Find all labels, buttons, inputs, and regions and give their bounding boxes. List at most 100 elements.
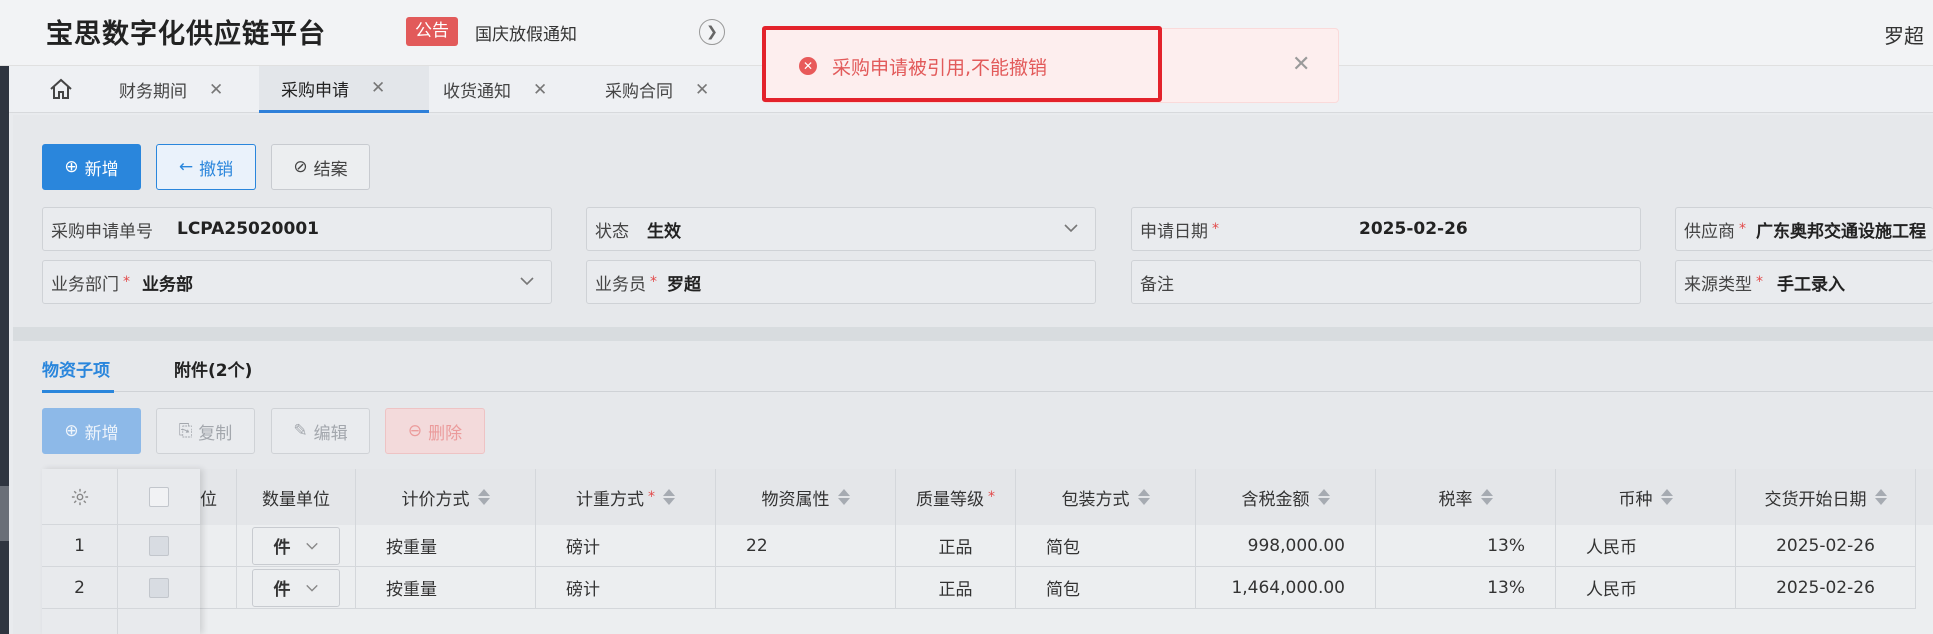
tab-purchase-request[interactable]: 采购申请 ✕: [259, 66, 429, 113]
column-header-currency[interactable]: 币种: [1556, 469, 1736, 525]
column-header-weighing[interactable]: 计重方式 *: [536, 469, 716, 525]
table-cell: [716, 567, 896, 609]
minus-circle-icon: ⊖: [407, 421, 423, 441]
row-checkbox[interactable]: [149, 577, 169, 598]
request-number-field[interactable]: 采购申请单号 LCPA25020001: [42, 207, 552, 251]
status-select[interactable]: 状态 生效: [586, 207, 1096, 251]
row-number: 2: [42, 567, 118, 609]
home-icon[interactable]: [49, 78, 73, 100]
row-number: 1: [42, 525, 118, 567]
chevron-down-icon: [305, 584, 318, 592]
subtab-attachments[interactable]: 附件(2个): [174, 356, 252, 381]
item-edit-button[interactable]: ✎ 编辑: [271, 408, 370, 454]
table-fixed-columns: 1 2: [42, 469, 200, 634]
chevron-down-icon: [305, 542, 318, 550]
staff-field[interactable]: 业务员 * 罗超: [586, 260, 1096, 304]
tab-finance-period[interactable]: 财务期间 ✕: [119, 66, 223, 113]
tab-label: 采购合同: [605, 82, 673, 102]
select-all-cell: [118, 469, 200, 525]
remark-field[interactable]: 备注: [1131, 260, 1641, 304]
notice-badge: 公告: [406, 17, 458, 46]
table-cell: 1,464,000.00: [1196, 567, 1376, 609]
close-icon[interactable]: ✕: [1292, 52, 1310, 77]
column-header-unit[interactable]: 位: [200, 469, 237, 525]
select-all-checkbox[interactable]: [149, 486, 169, 507]
close-icon[interactable]: ✕: [371, 78, 385, 98]
arrow-left-icon: ←: [178, 157, 194, 177]
table-cell: 按重量: [356, 525, 536, 567]
subtab-active-indicator: [42, 390, 114, 393]
table-cell: 简包: [1016, 525, 1196, 567]
table-cell: 998,000.00: [1196, 525, 1376, 567]
table-cell: 13%: [1376, 525, 1556, 567]
tab-receipt-notice[interactable]: 收货通知 ✕: [443, 66, 547, 113]
department-select[interactable]: 业务部门 * 业务部: [42, 260, 552, 304]
sort-icon[interactable]: [1137, 488, 1150, 506]
table-cell: 13%: [1376, 567, 1556, 609]
sidebar-handle[interactable]: [0, 486, 9, 541]
column-header-attr[interactable]: 物资属性: [716, 469, 896, 525]
close-icon[interactable]: ✕: [533, 80, 547, 100]
column-header-start-date[interactable]: 交货开始日期: [1736, 469, 1916, 525]
column-header-packing[interactable]: 包装方式: [1016, 469, 1196, 525]
chevron-down-icon: [520, 277, 534, 286]
sort-icon[interactable]: [663, 488, 675, 506]
unit-select[interactable]: 件: [252, 568, 340, 607]
column-header-tax[interactable]: 税率: [1376, 469, 1556, 525]
sort-icon[interactable]: [477, 488, 490, 506]
table-cell: 磅计: [536, 567, 716, 609]
column-settings[interactable]: [42, 469, 118, 525]
item-copy-button[interactable]: ⎘ 复制: [156, 408, 255, 454]
close-icon[interactable]: ✕: [209, 80, 223, 100]
column-header-pricing[interactable]: 计价方式: [356, 469, 536, 525]
close-case-button[interactable]: ⊘ 结案: [271, 144, 370, 190]
item-add-button[interactable]: ⊕ 新增: [42, 408, 141, 454]
section-divider: [13, 327, 1933, 341]
row-select-cell: [118, 525, 200, 567]
close-icon[interactable]: ✕: [695, 80, 709, 100]
copy-icon: ⎘: [178, 421, 193, 441]
tab-label: 采购申请: [281, 80, 349, 101]
table-cell: 2025-02-26: [1736, 525, 1916, 567]
column-header-quality[interactable]: 质量等级 *: [896, 469, 1016, 525]
table-cell: [200, 525, 237, 567]
tab-label: 收货通知: [443, 82, 511, 102]
tab-label: 财务期间: [119, 82, 187, 102]
column-header-qty-unit[interactable]: 数量单位: [237, 469, 356, 525]
sort-icon[interactable]: [837, 488, 850, 506]
table-fixed-filler: [42, 609, 118, 634]
subtab-items[interactable]: 物资子项: [42, 356, 110, 381]
chevron-right-icon[interactable]: ❯: [699, 19, 725, 45]
table-cell: 磅计: [536, 525, 716, 567]
sort-icon[interactable]: [1874, 488, 1887, 506]
apply-date-field[interactable]: 申请日期 * 2025-02-26: [1131, 207, 1641, 251]
plus-circle-icon: ⊕: [64, 421, 79, 441]
sort-icon[interactable]: [1317, 488, 1330, 506]
table-cell: 简包: [1016, 567, 1196, 609]
table-cell: [200, 567, 237, 609]
notice-link[interactable]: 国庆放假通知: [475, 20, 577, 45]
column-header-amount[interactable]: 含税金额: [1196, 469, 1376, 525]
item-delete-button[interactable]: ⊖ 删除: [385, 408, 485, 454]
unit-select[interactable]: 件: [252, 526, 340, 565]
tab-purchase-contract[interactable]: 采购合同 ✕: [605, 66, 709, 113]
row-checkbox[interactable]: [149, 535, 169, 556]
subtab-divider: [42, 391, 1933, 392]
table-cell: 22: [716, 525, 896, 567]
revoke-button[interactable]: ← 撤销: [156, 144, 256, 190]
sort-icon[interactable]: [1480, 488, 1493, 506]
row-select-cell: [118, 567, 200, 609]
supplier-field[interactable]: 供应商 * 广东奥邦交通设施工程: [1675, 207, 1933, 251]
sort-icon[interactable]: [1660, 488, 1673, 506]
table-cell: 人民币: [1556, 567, 1736, 609]
add-button[interactable]: ⊕ 新增: [42, 144, 141, 190]
user-name[interactable]: 罗超: [1884, 20, 1924, 49]
column-header-overflow: [1916, 469, 1933, 525]
source-type-field[interactable]: 来源类型 * 手工录入: [1675, 260, 1933, 304]
edit-icon: ✎: [293, 421, 308, 441]
table-cell: 正品: [896, 567, 1016, 609]
chevron-down-icon: [1064, 224, 1078, 233]
plus-circle-icon: ⊕: [64, 157, 79, 177]
table-cell: 按重量: [356, 567, 536, 609]
gear-icon[interactable]: [71, 488, 89, 506]
